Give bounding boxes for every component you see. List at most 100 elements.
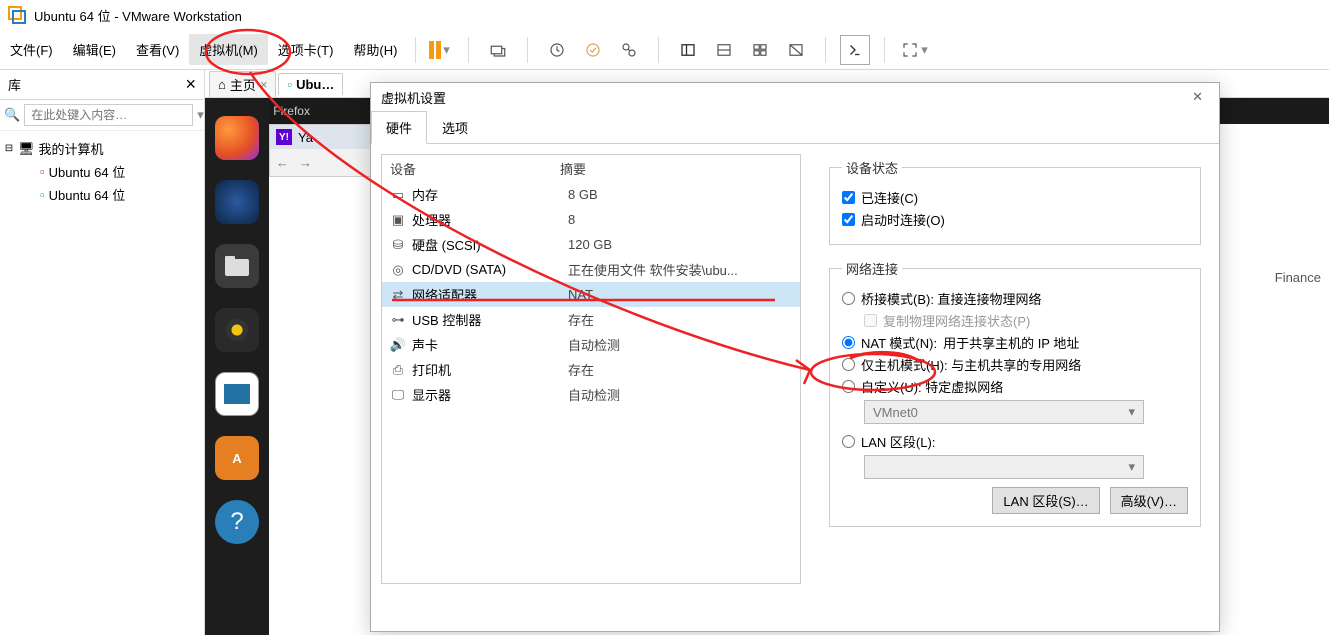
- usb-icon: ⊶: [390, 312, 406, 328]
- home-icon: ⌂: [218, 77, 226, 92]
- menu-view[interactable]: 查看(V): [126, 34, 189, 65]
- library-header: 库 ×: [0, 70, 204, 100]
- dialog-close-icon[interactable]: ✕: [1186, 87, 1209, 107]
- radio-lan-segment[interactable]: LAN 区段(L):: [842, 432, 1188, 451]
- device-list: 设备 摘要 ▭内存8 GB▣处理器8⛁硬盘 (SCSI)120 GB◎CD/DV…: [381, 154, 801, 584]
- enter-vm-icon[interactable]: [840, 35, 870, 65]
- software-icon[interactable]: A: [215, 436, 259, 480]
- library-tree: ⊟ 🖥 我的计算机 ▫ Ubuntu 64 位 ▫ Ubuntu 64 位: [0, 131, 204, 212]
- vmware-app-icon: [8, 6, 26, 24]
- view-console-icon[interactable]: [709, 35, 739, 65]
- lan-segments-button[interactable]: LAN 区段(S)…: [992, 487, 1099, 514]
- snapshot-revert-icon[interactable]: [578, 35, 608, 65]
- printer-icon: ⎙: [390, 362, 406, 378]
- ubuntu-dock: A ?: [205, 98, 269, 635]
- thunderbird-icon[interactable]: [215, 180, 259, 224]
- device-list-header: 设备 摘要: [382, 155, 800, 182]
- chevron-down-icon: ▾: [1128, 459, 1135, 475]
- display-icon: 🖵: [390, 387, 406, 403]
- vm-off-icon: ▫: [40, 164, 45, 179]
- dialog-titlebar: 虚拟机设置 ✕: [371, 83, 1219, 111]
- snapshot-manage-icon[interactable]: [614, 35, 644, 65]
- library-close-icon[interactable]: ×: [185, 74, 196, 95]
- device-row-cd[interactable]: ◎CD/DVD (SATA)正在使用文件 软件安装\ubu...: [382, 257, 800, 282]
- library-search-input[interactable]: [24, 104, 193, 126]
- view-unity-icon[interactable]: [781, 35, 811, 65]
- device-row-net[interactable]: ⇄网络适配器NAT: [382, 282, 800, 307]
- help-icon[interactable]: ?: [215, 500, 259, 544]
- menu-tabs[interactable]: 选项卡(T): [268, 34, 344, 65]
- radio-custom[interactable]: 自定义(U): 特定虚拟网络: [842, 377, 1188, 396]
- window-title: Ubuntu 64 位 - VMware Workstation: [34, 6, 242, 25]
- sound-icon: 🔊: [390, 337, 406, 353]
- back-icon[interactable]: ←: [276, 155, 289, 170]
- libreoffice-icon[interactable]: [215, 372, 259, 416]
- net-icon: ⇄: [390, 287, 406, 303]
- firefox-icon[interactable]: [215, 116, 259, 160]
- device-row-usb[interactable]: ⊶USB 控制器存在: [382, 307, 800, 332]
- window-titlebar: Ubuntu 64 位 - VMware Workstation: [0, 0, 1329, 30]
- view-single-icon[interactable]: [673, 35, 703, 65]
- dialog-tabs: 硬件 选项: [371, 111, 1219, 144]
- tab-home-close[interactable]: ×: [260, 77, 268, 92]
- device-row-memory[interactable]: ▭内存8 GB: [382, 182, 800, 207]
- device-row-disk[interactable]: ⛁硬盘 (SCSI)120 GB: [382, 232, 800, 257]
- cpu-icon: ▣: [390, 212, 406, 228]
- radio-bridged[interactable]: 桥接模式(B): 直接连接物理网络: [842, 289, 1188, 308]
- fullscreen-icon[interactable]: ▾: [899, 35, 929, 65]
- vm-settings-dialog: 虚拟机设置 ✕ 硬件 选项 设备 摘要 ▭内存8 GB▣处理器8⛁硬盘 (SCS…: [370, 82, 1220, 632]
- vm-tab-icon: ▫: [287, 77, 292, 92]
- tab-vm[interactable]: ▫ Ubu…: [278, 73, 343, 95]
- yahoo-favicon: Y!: [276, 129, 292, 145]
- menubar: 文件(F) 编辑(E) 查看(V) 虚拟机(M) 选项卡(T) 帮助(H): [0, 34, 407, 65]
- view-thumbnails-icon[interactable]: [745, 35, 775, 65]
- chevron-down-icon: ▾: [1128, 404, 1135, 420]
- dialog-body: 设备 摘要 ▭内存8 GB▣处理器8⛁硬盘 (SCSI)120 GB◎CD/DV…: [371, 144, 1219, 632]
- network-connection-group: 网络连接 桥接模式(B): 直接连接物理网络 复制物理网络连接状态(P) NAT…: [829, 259, 1201, 527]
- radio-nat[interactable]: NAT 模式(N): 用于共享主机的 IP 地址: [842, 333, 1188, 352]
- tab-home[interactable]: ⌂ 主页 ×: [209, 71, 276, 97]
- chk-connect-on-start[interactable]: 启动时连接(O): [842, 210, 1188, 229]
- device-row-printer[interactable]: ⎙打印机存在: [382, 357, 800, 382]
- advanced-button[interactable]: 高级(V)…: [1110, 487, 1188, 514]
- menu-file[interactable]: 文件(F): [0, 34, 63, 65]
- rhythmbox-icon[interactable]: [215, 308, 259, 352]
- menu-help[interactable]: 帮助(H): [343, 34, 407, 65]
- forward-icon[interactable]: →: [299, 155, 312, 170]
- chk-replicate: 复制物理网络连接状态(P): [864, 311, 1188, 330]
- vm-on-icon: ▫: [40, 187, 45, 202]
- device-row-display[interactable]: 🖵显示器自动检测: [382, 382, 800, 407]
- menu-vm[interactable]: 虚拟机(M): [189, 34, 268, 65]
- send-keys-icon[interactable]: [483, 35, 513, 65]
- menu-edit[interactable]: 编辑(E): [63, 34, 126, 65]
- cd-icon: ◎: [390, 262, 406, 278]
- pause-button[interactable]: ▾: [424, 35, 454, 65]
- tree-root[interactable]: ⊟ 🖥 我的计算机: [4, 137, 200, 160]
- device-row-cpu[interactable]: ▣处理器8: [382, 207, 800, 232]
- toolbar: ▾ ▾: [424, 35, 929, 65]
- search-dropdown-icon[interactable]: ▾: [197, 107, 204, 123]
- device-row-sound[interactable]: 🔊声卡自动检测: [382, 332, 800, 357]
- tree-vm-2[interactable]: ▫ Ubuntu 64 位: [4, 183, 200, 206]
- ubuntu-desktop: A ?: [205, 98, 365, 635]
- snapshot-icon[interactable]: [542, 35, 572, 65]
- device-status-group: 设备状态 已连接(C) 启动时连接(O): [829, 158, 1201, 245]
- nav-finance[interactable]: Finance: [1275, 270, 1321, 285]
- computer-icon: 🖥: [18, 141, 35, 157]
- tab-options[interactable]: 选项: [427, 111, 483, 144]
- files-icon[interactable]: [215, 244, 259, 288]
- search-icon: 🔍: [4, 107, 20, 123]
- library-title: 库: [8, 75, 21, 94]
- menubar-row: 文件(F) 编辑(E) 查看(V) 虚拟机(M) 选项卡(T) 帮助(H) ▾ …: [0, 30, 1329, 70]
- memory-icon: ▭: [390, 187, 406, 203]
- chk-connected[interactable]: 已连接(C): [842, 188, 1188, 207]
- dialog-title: 虚拟机设置: [381, 88, 446, 107]
- device-detail-pane: 设备状态 已连接(C) 启动时连接(O) 网络连接 桥接模式(B): 直接连接物…: [811, 144, 1219, 632]
- tab-hardware[interactable]: 硬件: [371, 111, 427, 144]
- lan-segment-select: ▾: [864, 455, 1144, 479]
- disk-icon: ⛁: [390, 237, 406, 253]
- library-search: 🔍 ▾: [0, 100, 204, 131]
- tree-vm-1[interactable]: ▫ Ubuntu 64 位: [4, 160, 200, 183]
- library-panel: 库 × 🔍 ▾ ⊟ 🖥 我的计算机 ▫ Ubuntu 64 位 ▫ Ubuntu…: [0, 70, 205, 635]
- radio-hostonly[interactable]: 仅主机模式(H): 与主机共享的专用网络: [842, 355, 1188, 374]
